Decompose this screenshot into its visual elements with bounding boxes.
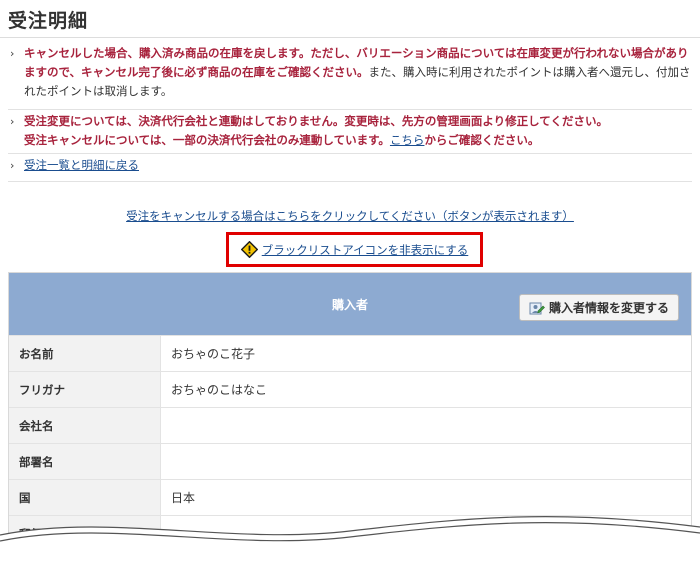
row-value [161,444,691,479]
row-label: お名前 [9,336,161,371]
row-value [161,408,691,443]
warning-icon [240,240,258,259]
chevron-right-icon: › [10,115,15,128]
blacklist-highlight-box: ブラックリストアイコンを非表示にする [226,232,483,267]
torn-edge-decoration [0,515,700,563]
row-label: 会社名 [9,408,161,443]
buyer-row-furigana: フリガナ おちゃのこはなこ [9,371,691,407]
notice-cancel-stock: › キャンセルした場合、購入済み商品の在庫を戻します。ただし、バリエーション商品… [8,44,692,110]
edit-user-icon [529,302,545,314]
notice-payment-agent: › 受注変更については、決済代行会社と連動はしておりません。変更時は、先方の管理… [8,112,692,154]
row-value: おちゃのこ花子 [171,347,256,361]
back-to-order-list-link[interactable]: 受注一覧と明細に戻る [24,158,139,172]
title-divider [0,37,700,38]
chevron-right-icon: › [10,47,15,60]
buyer-row-company: 会社名 [9,407,691,443]
change-buyer-info-label: 購入者情報を変更する [548,301,669,315]
notice-payment-line2-pre: 受注キャンセルについては、一部の決済代行会社のみ連動しています。 [24,133,390,147]
page-title: 受注明細 [8,10,89,32]
cancel-order-link[interactable]: 受注をキャンセルする場合はこちらをクリックしてください（ボタンが表示されます） [0,208,700,224]
row-label: 部署名 [9,444,161,479]
change-buyer-info-button[interactable]: 購入者情報を変更する [518,294,679,321]
chevron-right-icon: › [10,159,15,172]
notice-payment-line2-post: からご確認ください。 [424,133,540,147]
buyer-header-label: 購入者 [331,297,368,312]
notice-payment-line1: 受注変更については、決済代行会社と連動はしておりません。変更時は、先方の管理画面… [24,114,608,128]
hide-blacklist-icon-link[interactable]: ブラックリストアイコンを非表示にする [262,242,469,258]
back-nav: › 受注一覧と明細に戻る [8,156,692,182]
row-value: おちゃのこはなこ [171,383,268,397]
payment-agent-link[interactable]: こちら [390,133,425,147]
buyer-row-department: 部署名 [9,443,691,479]
buyer-row-name: お名前 おちゃのこ花子 [9,335,691,371]
buyer-header: 購入者 購入者情報を変更する [9,273,691,335]
row-label: フリガナ [9,372,161,407]
